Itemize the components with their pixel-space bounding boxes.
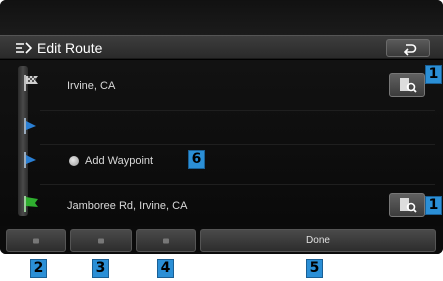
destination-search-button[interactable] bbox=[389, 193, 425, 217]
start-search-button[interactable] bbox=[389, 73, 425, 97]
map-search-icon bbox=[400, 78, 417, 93]
bottom-toolbar: Done bbox=[0, 226, 443, 254]
delete-icon bbox=[163, 238, 169, 243]
waypoint-flag-icon bbox=[22, 151, 42, 169]
destination-location-text[interactable]: Jamboree Rd, Irvine, CA bbox=[67, 199, 187, 213]
move-down-icon bbox=[98, 238, 104, 243]
row-divider bbox=[40, 184, 435, 185]
destination-flag-icon bbox=[22, 195, 42, 213]
back-arrow-icon bbox=[403, 44, 417, 56]
top-status-bar bbox=[0, 0, 443, 35]
move-down-button[interactable] bbox=[70, 229, 132, 252]
route-list: Irvine, CA Add Waypoint Jamboree Rd, Irv… bbox=[0, 60, 443, 226]
move-up-icon bbox=[33, 238, 39, 243]
row-divider bbox=[40, 110, 435, 111]
callout-1-search-start: 1 bbox=[425, 65, 442, 84]
start-location-text[interactable]: Irvine, CA bbox=[67, 79, 115, 93]
title-bar: Edit Route bbox=[0, 35, 443, 59]
callout-6: 6 bbox=[188, 150, 205, 169]
callout-5: 5 bbox=[306, 259, 323, 278]
move-up-button[interactable] bbox=[6, 229, 66, 252]
navigation-screen: Edit Route Irvine, CA Add Waypoint Jambo… bbox=[0, 0, 443, 254]
add-waypoint-button[interactable]: Add Waypoint bbox=[85, 154, 153, 168]
back-button[interactable] bbox=[386, 39, 430, 57]
row-divider bbox=[40, 144, 435, 145]
waypoint-flag-icon bbox=[22, 117, 42, 135]
edit-route-icon bbox=[14, 40, 34, 56]
map-search-icon bbox=[400, 198, 417, 213]
callout-2: 2 bbox=[30, 259, 47, 278]
callout-1-search-destination: 1 bbox=[425, 196, 442, 215]
start-flag-icon bbox=[22, 74, 42, 92]
callout-4: 4 bbox=[157, 259, 174, 278]
done-button[interactable]: Done bbox=[200, 229, 436, 252]
callout-3: 3 bbox=[92, 259, 109, 278]
page-title: Edit Route bbox=[37, 40, 103, 56]
waypoint-dot-icon bbox=[69, 156, 79, 166]
delete-button[interactable] bbox=[136, 229, 196, 252]
done-label: Done bbox=[306, 235, 330, 246]
